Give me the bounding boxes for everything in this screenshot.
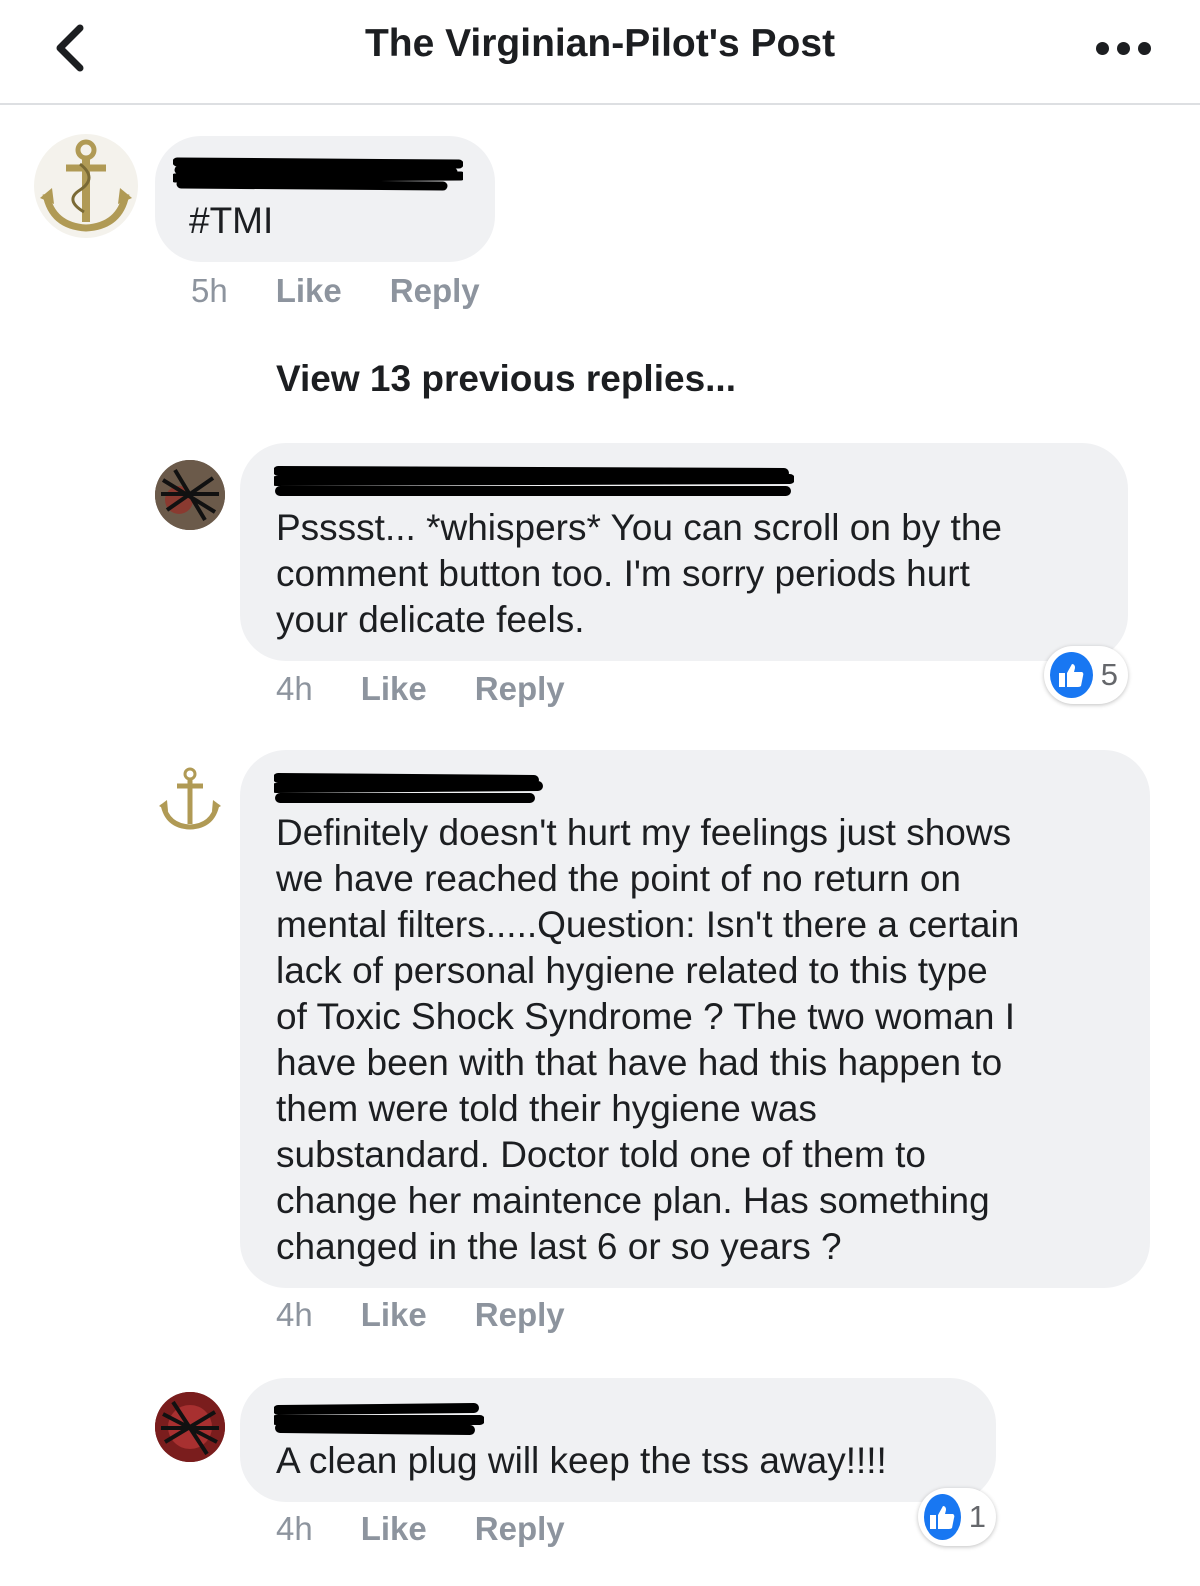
view-previous-replies-link[interactable]: View 13 previous replies...: [276, 358, 736, 400]
comment-bubble-3: Definitely doesn't hurt my feelings just…: [240, 750, 1150, 1288]
comment-time: 4h: [276, 1510, 313, 1547]
like-button[interactable]: Like: [361, 1510, 427, 1548]
comment-actions-3: 4h Like Reply: [276, 1296, 613, 1334]
top-bar: The Virginian-Pilot's Post: [0, 0, 1200, 105]
reaction-badge[interactable]: 1: [918, 1488, 996, 1546]
anchor-icon: [159, 767, 221, 830]
comment-actions-4: 4h Like Reply: [276, 1510, 613, 1548]
like-button[interactable]: Like: [276, 272, 342, 310]
avatar-commenter-1[interactable]: [34, 134, 138, 238]
reaction-count: 1: [968, 1499, 986, 1534]
thumbs-up-icon: [930, 1506, 955, 1529]
reply-button[interactable]: Reply: [475, 1510, 565, 1548]
more-options-button[interactable]: [1088, 30, 1158, 66]
comment-actions-2: 4h Like Reply: [276, 670, 613, 708]
comment-time: 5h: [191, 272, 228, 309]
anchor-icon: [40, 139, 132, 232]
profile-photo: [155, 1392, 225, 1462]
comment-bubble-1: #TMI: [155, 136, 495, 262]
comment-text: A clean plug will keep the tss away!!!!: [276, 1440, 887, 1481]
avatar-commenter-4[interactable]: [155, 1392, 225, 1462]
thumbs-up-icon: [1059, 664, 1084, 687]
comment-text: Definitely doesn't hurt my feelings just…: [276, 812, 1020, 1267]
redacted-name: [274, 1403, 484, 1435]
comment-bubble-2: Psssst... *whispers* You can scroll on b…: [240, 443, 1128, 661]
page-title: The Virginian-Pilot's Post: [364, 22, 836, 65]
comment-actions-1: 5h Like Reply: [191, 272, 528, 310]
profile-photo: [155, 460, 225, 530]
comment-text: Psssst... *whispers* You can scroll on b…: [276, 507, 1002, 640]
redacted-name: [274, 773, 543, 803]
avatar-commenter-3[interactable]: [155, 764, 225, 834]
like-button[interactable]: Like: [361, 1296, 427, 1334]
reaction-count: 5: [1100, 657, 1118, 692]
avatar-commenter-2[interactable]: [155, 460, 225, 530]
ellipsis-icon: [1095, 41, 1109, 55]
reply-button[interactable]: Reply: [475, 1296, 565, 1334]
redacted-name: [173, 157, 463, 191]
redacted-name: [274, 466, 794, 496]
reply-button[interactable]: Reply: [475, 670, 565, 708]
like-button[interactable]: Like: [361, 670, 427, 708]
reply-button[interactable]: Reply: [390, 272, 480, 310]
comment-bubble-4: A clean plug will keep the tss away!!!!: [240, 1378, 996, 1502]
comment-text: #TMI: [189, 200, 274, 241]
comment-time: 4h: [276, 1296, 313, 1333]
comment-time: 4h: [276, 670, 313, 707]
reaction-badge[interactable]: 5: [1044, 646, 1128, 704]
